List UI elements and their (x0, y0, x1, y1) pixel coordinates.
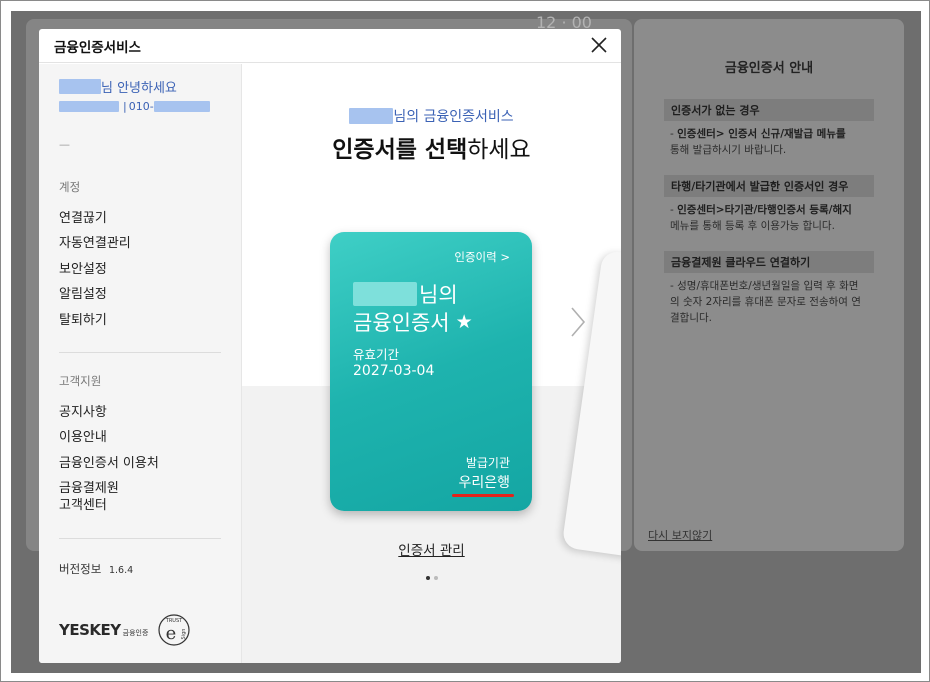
guide-section-other-bank: 타행/타기관에서 발급한 인증서인 경우 - 인증센터>타기관/타행인증서 등록… (664, 175, 874, 234)
guide-section-head: 인증서가 없는 경우 (664, 99, 874, 121)
version-number: 1.6.4 (108, 565, 134, 576)
masked-phone-number (153, 101, 210, 112)
issuer-brand-underline (452, 494, 514, 497)
guide-dash: - (670, 128, 674, 140)
guide-section-no-cert: 인증서가 없는 경우 - 인증센터> 인증서 신규/재발급 메뉴를 통해 발급하… (664, 99, 874, 158)
certificate-card[interactable]: 인증이력 > 님의 금융인증서 ★ 유효기간 2027-03-04 발급기관 우… (330, 232, 532, 511)
issuer-name: 우리은행 (458, 475, 510, 491)
card-owner-suffix: 님의 (419, 283, 458, 307)
next-card-button[interactable] (568, 304, 588, 340)
cert-history-link[interactable]: 인증이력 > (454, 249, 510, 265)
masked-user-id (59, 101, 119, 112)
sidebar-item-guide[interactable]: 이용안내 (59, 429, 107, 446)
masked-user-name (59, 79, 101, 94)
yeskey-logo: YESKEY (59, 621, 121, 639)
modal-title: 금융인증서비스 (54, 39, 141, 56)
card-owner: 님의 (353, 279, 458, 309)
phone-separator: | (123, 100, 127, 113)
guide-section-body-bold: 인증센터>타기관/타행인증서 등록/해지 (677, 204, 852, 216)
sidebar-item-support-center[interactable]: 금융결제원 고객센터 (59, 480, 119, 514)
carousel-pagination (242, 576, 621, 580)
trust-esign-icon: TRUST e Sign (158, 614, 191, 646)
sidebar-item-withdraw[interactable]: 탈퇴하기 (59, 312, 107, 329)
main-content: 님의 금융인증서비스 인증서를 선택하세요 인증이력 > 님의 금융인증서 ★ … (242, 64, 621, 663)
sidebar: 님 안녕하세요 | 010- — 계정 연결끊기 자동연결관리 보안설정 알림설… (39, 64, 242, 663)
guide-title: 금융인증서 안내 (724, 61, 814, 76)
sidebar-section-support: 고객지원 (59, 374, 102, 388)
pagination-dot-2[interactable] (433, 576, 438, 580)
issuer-label: 발급기관 (465, 456, 510, 470)
sidebar-divider (59, 538, 221, 539)
page-title: 인증서를 선택하세요 (242, 130, 621, 164)
sidebar-item-security[interactable]: 보안설정 (59, 261, 107, 278)
headline-bold: 인증서를 선택 (332, 137, 468, 163)
modal-header: 금융인증서비스 (39, 29, 621, 63)
guide-section-body-text: 통해 발급하시기 바랍니다. (670, 144, 787, 156)
service-subtitle: 님의 금융인증서비스 (242, 106, 621, 126)
guide-section-body: - 성명/휴대폰번호/생년월일을 입력 후 화면의 숫자 2자리를 휴대폰 문자… (664, 273, 874, 326)
guide-section-body-bold: 인증센터> 인증서 신규/재발급 메뉴를 (677, 128, 846, 140)
guide-section-body: - 인증센터> 인증서 신규/재발급 메뉴를 통해 발급하시기 바랍니다. (664, 121, 874, 158)
close-button[interactable] (589, 35, 609, 55)
version-info: 버전정보 1.6.4 (59, 561, 133, 577)
phone-prefix: 010- (128, 100, 154, 113)
sidebar-item-auto-connect[interactable]: 자동연결관리 (59, 235, 131, 252)
yeskey-logo-sub: 금융인증 (122, 629, 149, 637)
guide-section-body: - 인증센터>타기관/타행인증서 등록/해지 메뉴를 통해 등록 후 이용가능 … (664, 197, 874, 234)
sidebar-item-usage-places[interactable]: 금융인증서 이용처 (59, 455, 159, 472)
cert-manage-link[interactable]: 인증서 관리 (398, 543, 464, 559)
badge-letter: e (166, 623, 177, 644)
headline-rest: 하세요 (467, 137, 531, 163)
dont-show-again-link[interactable]: 다시 보지않기 (648, 527, 712, 543)
subtitle-text: 님의 금융인증서비스 (393, 109, 514, 125)
financial-cert-modal: 금융인증서비스 님 안녕하세요 | 010- — 계정 연결끊기 자동연결관리 (39, 29, 621, 663)
user-greeting: 님 안녕하세요 (59, 77, 177, 96)
star-icon[interactable]: ★ (456, 311, 473, 333)
masked-owner-name (353, 282, 417, 306)
masked-user-name (349, 108, 394, 124)
pagination-dot-1[interactable] (425, 576, 430, 580)
close-icon (591, 37, 607, 53)
app-frame: 12 · 00 금융인증서 안내 인증서가 없는 경우 - 인증센터> 인증서 … (0, 0, 930, 682)
guide-section-body-text: 메뉴를 통해 등록 후 이용가능 합니다. (670, 220, 835, 232)
card-title: 금융인증서 ★ (353, 307, 473, 337)
brand-logos: YESKEY 금융인증 TRUST e Sign (59, 612, 192, 648)
guide-dash: - (670, 280, 674, 292)
guide-section-head: 금융결제원 클라우드 연결하기 (664, 251, 874, 273)
guide-section-head: 타행/타기관에서 발급한 인증서인 경우 (664, 175, 874, 197)
greeting-text: 님 안녕하세요 (101, 81, 177, 96)
support-center-line1: 금융결제원 (59, 481, 119, 496)
version-label: 버전정보 (59, 562, 102, 576)
chevron-right-icon (571, 307, 586, 337)
card-title-text: 금융인증서 (353, 311, 450, 335)
sidebar-item-notices[interactable]: 공지사항 (59, 404, 107, 421)
sidebar-item-notifications[interactable]: 알림설정 (59, 286, 107, 303)
valid-period-label: 유효기간 (353, 347, 400, 362)
sidebar-section-account: 계정 (59, 180, 81, 194)
sidebar-item-disconnect[interactable]: 연결끊기 (59, 210, 107, 227)
support-center-line2: 고객센터 (59, 498, 107, 513)
certificate-guide-panel: 금융인증서 안내 인증서가 없는 경우 - 인증센터> 인증서 신규/재발급 메… (634, 19, 904, 551)
sidebar-dash: — (59, 138, 70, 151)
valid-period-date: 2027-03-04 (353, 363, 435, 379)
user-phone: | 010- (59, 100, 210, 113)
badge-side-text: Sign (181, 629, 187, 640)
guide-dash: - (670, 204, 674, 216)
guide-section-cloud: 금융결제원 클라우드 연결하기 - 성명/휴대폰번호/생년월일을 입력 후 화면… (664, 251, 874, 326)
sidebar-divider (59, 352, 221, 353)
cert-manage-link-wrap: 인증서 관리 (242, 539, 621, 559)
guide-section-body-text: 성명/휴대폰번호/생년월일을 입력 후 화면의 숫자 2자리를 휴대폰 문자로 … (670, 280, 861, 324)
